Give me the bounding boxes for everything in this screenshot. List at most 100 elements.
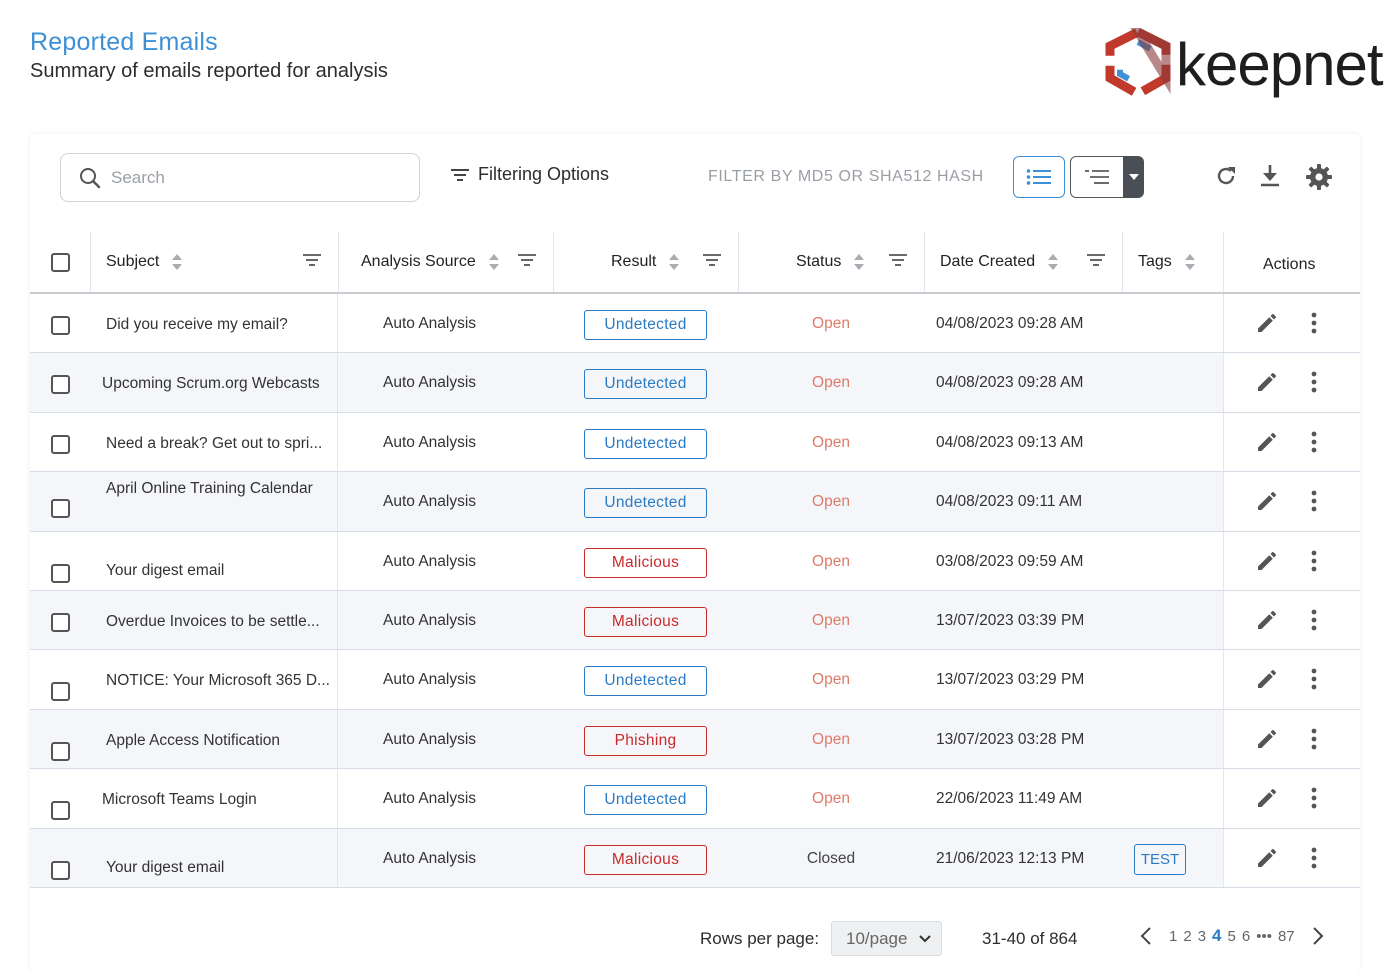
row-checkbox[interactable]: [51, 741, 70, 761]
row-checkbox[interactable]: [51, 434, 70, 454]
refresh-button[interactable]: [1214, 164, 1238, 193]
date-created-filter-icon[interactable]: [1086, 252, 1106, 273]
table-row[interactable]: Your digest email Auto Analysis Maliciou…: [30, 531, 1360, 591]
edit-button[interactable]: [1255, 489, 1279, 518]
page-title: Reported Emails: [30, 28, 218, 56]
pencil-icon: [1258, 789, 1276, 808]
analysis-source: Auto Analysis: [383, 433, 477, 451]
edit-button[interactable]: [1255, 430, 1279, 459]
compact-view-button[interactable]: [1070, 156, 1124, 198]
previous-page-button[interactable]: [1140, 927, 1152, 945]
status-header-label: Status: [796, 253, 842, 270]
table-row[interactable]: Need a break? Get out to spri... Auto An…: [30, 412, 1360, 473]
status-filter-icon[interactable]: [888, 252, 908, 273]
page-number[interactable]: 4: [1212, 926, 1221, 946]
table-row[interactable]: Apple Access Notification Auto Analysis …: [30, 709, 1360, 770]
result-filter-icon[interactable]: [702, 252, 722, 273]
analysis-source-filter-icon[interactable]: [517, 252, 537, 273]
list-view-button[interactable]: [1013, 156, 1065, 198]
table-body: Did you receive my email? Auto Analysis …: [30, 294, 1360, 888]
more-actions-button[interactable]: [1310, 430, 1318, 459]
table-row[interactable]: Microsoft Teams Login Auto Analysis Unde…: [30, 769, 1360, 829]
edit-button[interactable]: [1255, 667, 1279, 696]
email-subject[interactable]: Upcoming Scrum.org Webcasts: [102, 375, 320, 393]
more-actions-button[interactable]: [1310, 311, 1318, 340]
row-checkbox[interactable]: [51, 860, 70, 880]
settings-button[interactable]: [1306, 164, 1332, 195]
edit-button[interactable]: [1255, 370, 1279, 399]
page-number[interactable]: 5: [1228, 928, 1236, 945]
search-input[interactable]: [111, 167, 381, 188]
row-checkbox[interactable]: [51, 375, 70, 395]
email-subject[interactable]: Your digest email: [106, 562, 224, 580]
table-row[interactable]: April Online Training Calendar Auto Anal…: [30, 472, 1360, 532]
pencil-icon: [1258, 432, 1276, 451]
hash-filter-link[interactable]: FILTER BY MD5 OR SHA512 HASH: [708, 168, 984, 186]
select-all-checkbox[interactable]: [51, 253, 70, 272]
more-actions-button[interactable]: [1310, 727, 1318, 756]
page-number[interactable]: 1: [1169, 928, 1177, 945]
sort-icon[interactable]: [488, 253, 500, 271]
pagination-footer: Rows per page: 10/page 31-40 of 864 1234…: [30, 904, 1360, 972]
email-subject[interactable]: April Online Training Calendar: [106, 480, 313, 498]
sort-icon[interactable]: [1184, 253, 1196, 271]
edit-button[interactable]: [1255, 846, 1279, 875]
more-actions-button[interactable]: [1310, 370, 1318, 399]
edit-button[interactable]: [1255, 786, 1279, 815]
view-options-dropdown[interactable]: [1123, 156, 1144, 198]
sort-icon[interactable]: [171, 253, 183, 271]
page-number[interactable]: 3: [1198, 928, 1206, 945]
next-page-button[interactable]: [1312, 927, 1324, 945]
column-header-analysis-source[interactable]: Analysis Source: [361, 232, 500, 292]
row-checkbox[interactable]: [51, 801, 70, 821]
edit-button[interactable]: [1255, 311, 1279, 340]
page-number[interactable]: 2: [1183, 928, 1191, 945]
download-button[interactable]: [1259, 164, 1281, 193]
filtering-options-button[interactable]: Filtering Options: [450, 164, 609, 185]
more-actions-button[interactable]: [1310, 846, 1318, 875]
page-ellipsis[interactable]: •••: [1256, 928, 1272, 945]
email-subject[interactable]: NOTICE: Your Microsoft 365 D...: [106, 672, 330, 690]
page-number[interactable]: 87: [1278, 928, 1295, 945]
subject-filter-icon[interactable]: [302, 252, 322, 273]
rows-per-page-select[interactable]: 10/page: [831, 921, 942, 956]
tag-badge[interactable]: TEST: [1134, 843, 1186, 875]
row-checkbox[interactable]: [51, 612, 70, 632]
sort-icon[interactable]: [853, 253, 865, 271]
subject-header-label: Subject: [106, 253, 160, 270]
edit-button[interactable]: [1255, 608, 1279, 637]
more-actions-button[interactable]: [1310, 489, 1318, 518]
email-subject[interactable]: Did you receive my email?: [106, 316, 288, 334]
result-badge: Undetected: [584, 310, 707, 340]
keepnet-logo: keepnet: [1100, 26, 1384, 106]
email-subject[interactable]: Need a break? Get out to spri...: [106, 435, 322, 453]
column-header-status[interactable]: Status: [796, 232, 865, 292]
email-subject[interactable]: Your digest email: [106, 859, 224, 877]
email-subject[interactable]: Overdue Invoices to be settle...: [106, 613, 320, 631]
table-row[interactable]: Your digest email Auto Analysis Maliciou…: [30, 828, 1360, 888]
more-actions-button[interactable]: [1310, 608, 1318, 637]
column-header-date-created[interactable]: Date Created: [940, 232, 1059, 292]
more-actions-button[interactable]: [1310, 667, 1318, 696]
pencil-icon: [1258, 314, 1276, 332]
row-checkbox[interactable]: [51, 682, 70, 702]
table-row[interactable]: Overdue Invoices to be settle... Auto An…: [30, 590, 1360, 651]
table-row[interactable]: NOTICE: Your Microsoft 365 D... Auto Ana…: [30, 650, 1360, 710]
email-subject[interactable]: Microsoft Teams Login: [102, 791, 257, 809]
row-checkbox[interactable]: [51, 316, 70, 335]
more-actions-button[interactable]: [1310, 549, 1318, 578]
email-subject[interactable]: Apple Access Notification: [106, 732, 280, 750]
edit-button[interactable]: [1255, 727, 1279, 756]
sort-icon[interactable]: [1047, 253, 1059, 271]
edit-button[interactable]: [1255, 549, 1279, 578]
table-row[interactable]: Upcoming Scrum.org Webcasts Auto Analysi…: [30, 353, 1360, 413]
more-actions-button[interactable]: [1310, 786, 1318, 815]
column-header-subject[interactable]: Subject: [106, 232, 183, 292]
row-checkbox[interactable]: [51, 499, 70, 519]
page-number[interactable]: 6: [1242, 928, 1250, 945]
row-checkbox[interactable]: [51, 563, 70, 583]
column-header-result[interactable]: Result: [611, 232, 680, 292]
column-header-tags[interactable]: Tags: [1138, 232, 1196, 292]
sort-icon[interactable]: [668, 253, 680, 271]
table-row[interactable]: Did you receive my email? Auto Analysis …: [30, 294, 1360, 354]
